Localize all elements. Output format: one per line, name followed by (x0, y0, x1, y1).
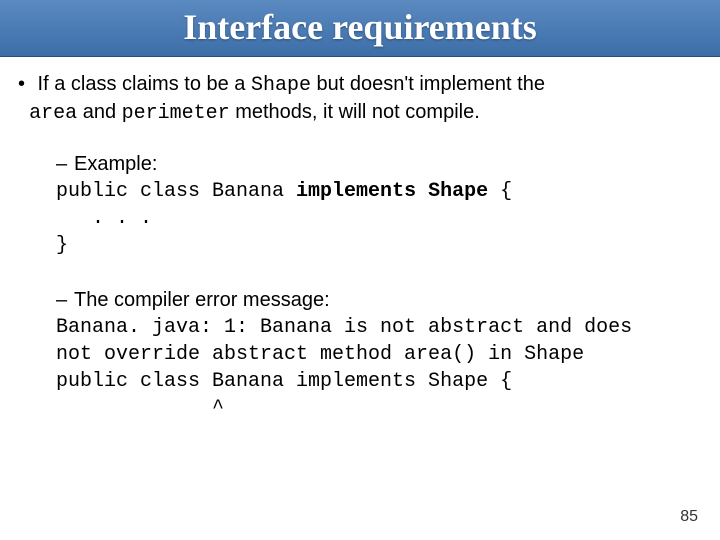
bullet-text-1: If a class claims to be a (32, 73, 251, 95)
bullet-text-3: and (77, 101, 121, 123)
slide-title: Interface requirements (0, 6, 720, 48)
code-inline-perimeter: perimeter (122, 102, 230, 125)
bullet-text-2: but doesn't implement the (311, 73, 545, 95)
bullet-text-4: methods, it will not compile. (230, 101, 480, 123)
slide-number: 85 (680, 508, 698, 526)
title-bar: Interface requirements (0, 0, 720, 57)
code-inline-shape: Shape (251, 74, 311, 97)
error-code: Banana. java: 1: Banana is not abstract … (56, 314, 702, 422)
slide-body: • If a class claims to be a Shape but do… (0, 57, 720, 422)
bullet-main: • If a class claims to be a Shape but do… (18, 71, 702, 127)
slide: Interface requirements • If a class clai… (0, 0, 720, 540)
sub-example: –Example: public class Banana implements… (56, 153, 702, 259)
sub-error: –The compiler error message: Banana. jav… (56, 289, 702, 422)
example-code: public class Banana implements Shape { .… (56, 178, 702, 259)
code-inline-area: area (29, 102, 77, 125)
error-label: –The compiler error message: (56, 289, 702, 312)
example-label: –Example: (56, 153, 702, 176)
